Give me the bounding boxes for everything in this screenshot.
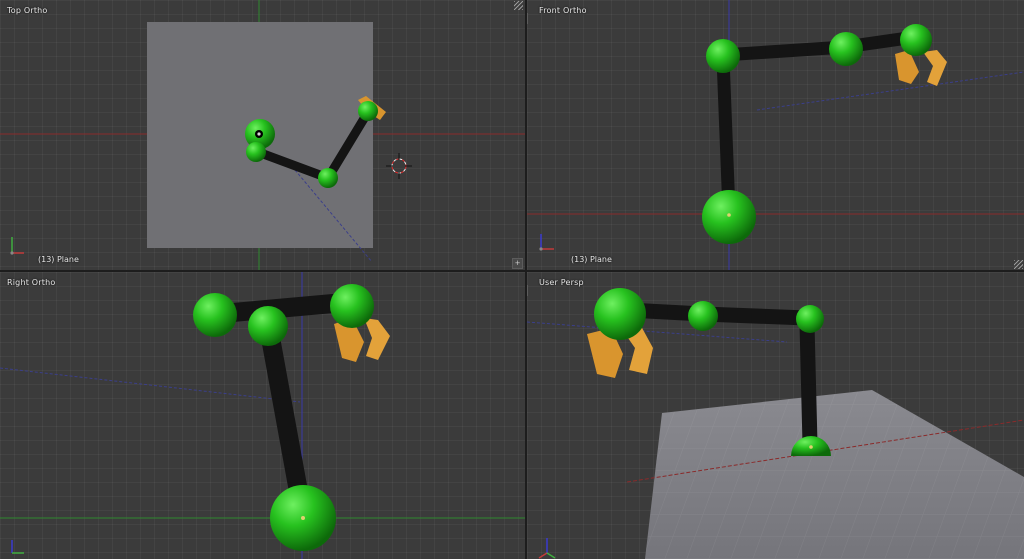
viewport-title: Front Ortho (539, 6, 587, 15)
base-pivot-dot (301, 516, 305, 520)
base-pivot-dot (257, 132, 261, 136)
elbow-joint (829, 32, 863, 66)
viewport-divider-horizontal[interactable] (0, 270, 1024, 272)
user-persp-scene (527, 288, 1024, 559)
base-pivot-dot (727, 213, 731, 217)
shoulder-joint-rear (248, 306, 288, 346)
elbow-joint (688, 301, 718, 331)
axis-gizmo (538, 538, 556, 559)
elbow-joint (330, 284, 374, 328)
elbow-joint (318, 168, 338, 188)
area-split-handle[interactable] (514, 1, 523, 10)
base-pivot-dot (809, 445, 813, 449)
view-guide-line (527, 321, 788, 343)
ground-plane-grid (645, 390, 1024, 559)
arm-segment (716, 40, 852, 62)
shoulder-joint (706, 39, 740, 73)
active-object-label: (13) Plane (571, 255, 612, 264)
viewport-front-ortho[interactable]: Front Ortho (13) Plane + (527, 0, 1024, 270)
wrist-joint (594, 288, 646, 340)
arm-segment (799, 316, 818, 452)
shoulder-joint (246, 142, 266, 162)
viewport-title: Right Ortho (7, 278, 56, 287)
shoulder-joint (193, 293, 237, 337)
active-object-label: (13) Plane (38, 255, 79, 264)
viewport-right-ortho[interactable]: Right Ortho (0, 272, 525, 559)
axis-gizmo (11, 540, 24, 554)
viewport-title: Top Ortho (7, 6, 48, 15)
arm-segment (695, 306, 815, 326)
base-joint (702, 190, 756, 244)
viewport-divider-vertical[interactable] (525, 0, 527, 559)
region-toggle-plus[interactable]: + (527, 13, 528, 24)
right-ortho-scene (0, 272, 525, 559)
shoulder-joint (796, 305, 824, 333)
cursor-3d (386, 153, 412, 179)
wrist-joint (900, 24, 932, 56)
area-split-handle[interactable] (1014, 260, 1023, 269)
viewport-user-persp[interactable]: User Persp + (527, 272, 1024, 559)
region-toggle-plus[interactable]: + (512, 258, 523, 269)
region-toggle-plus[interactable]: + (527, 285, 528, 296)
axis-gizmo (539, 234, 554, 251)
wrist-joint (358, 101, 378, 121)
arm-segment (716, 51, 736, 219)
viewport-top-ortho[interactable]: Top Ortho (13) Plane + (0, 0, 525, 270)
view-guide-line (0, 367, 301, 403)
viewport-title: User Persp (539, 278, 584, 287)
gripper (895, 50, 947, 86)
axis-gizmo (10, 237, 24, 255)
view-guide-line (756, 71, 1024, 111)
top-ortho-scene (0, 0, 525, 270)
front-ortho-scene (527, 0, 1024, 270)
